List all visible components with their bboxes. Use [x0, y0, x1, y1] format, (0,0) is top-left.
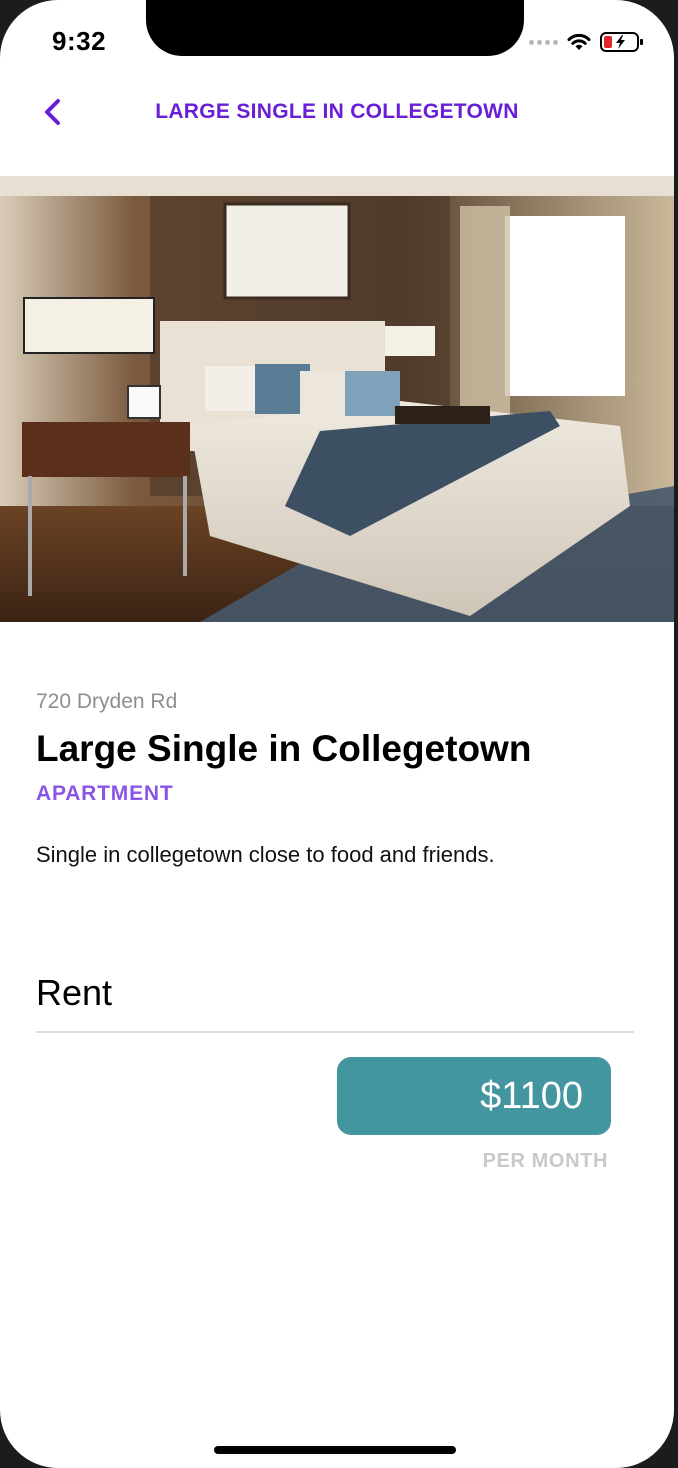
- battery-icon: [600, 32, 643, 52]
- listing-title: Large Single in Collegetown: [36, 728, 532, 769]
- cellular-signal-icon: [529, 39, 558, 45]
- rent-price-badge: $1100: [337, 1057, 611, 1135]
- listing-type: APARTMENT: [36, 782, 174, 805]
- listing-address: 720 Dryden Rd: [36, 690, 178, 713]
- listing-details: 720 Dryden Rd Large Single in Collegetow…: [36, 690, 636, 868]
- status-time: 9:32: [52, 26, 107, 56]
- phone-screen: 9:32 LARGE SINGLE IN COLLEGETOWN 720 Dry…: [0, 0, 674, 1468]
- rent-divider: [36, 1031, 634, 1033]
- rent-price: $1100: [480, 1074, 583, 1117]
- listing-description: Single in collegetown close to food and …: [36, 842, 495, 867]
- rent-period: PER MONTH: [482, 1150, 608, 1172]
- status-icons: [529, 30, 644, 54]
- navigation-bar: LARGE SINGLE IN COLLEGETOWN: [0, 72, 674, 152]
- home-indicator[interactable]: [214, 1446, 456, 1454]
- wifi-icon: [567, 33, 591, 50]
- nav-title: LARGE SINGLE IN COLLEGETOWN: [155, 100, 519, 123]
- bedroom-photo: [0, 176, 674, 622]
- device-notch: [146, 0, 524, 56]
- listing-photo: [0, 176, 674, 622]
- rent-heading: Rent: [36, 972, 113, 1013]
